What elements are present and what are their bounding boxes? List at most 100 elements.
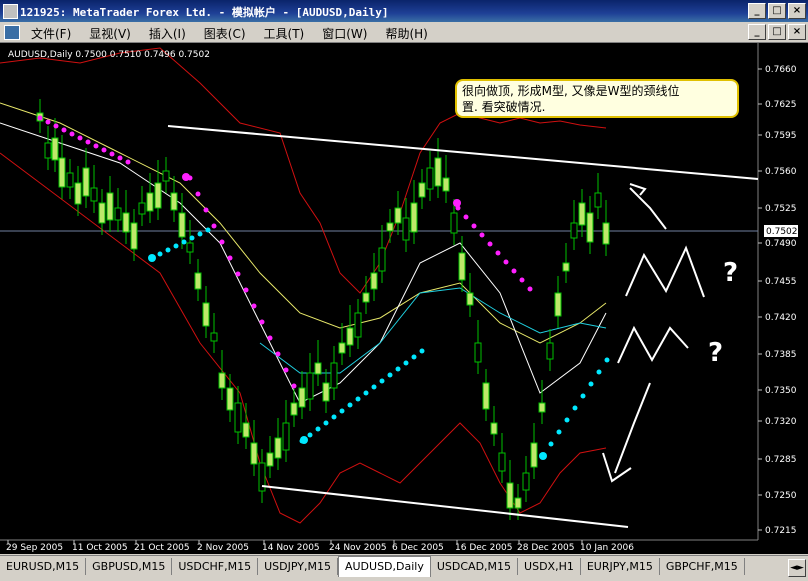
candle-body <box>58 157 66 188</box>
tab-gbpchf[interactable]: GBPCHF,M15 <box>660 558 745 575</box>
sar-dot <box>463 214 469 220</box>
date-tick-label: 10 Jan 2006 <box>580 543 634 553</box>
candle-body <box>450 212 458 234</box>
menu-help[interactable]: 帮助(H) <box>376 24 436 43</box>
candle-body <box>514 497 522 509</box>
candle-body <box>466 292 474 306</box>
candle-body <box>298 387 306 408</box>
candle-body <box>402 217 410 241</box>
menu-insert[interactable]: 插入(I) <box>140 24 195 43</box>
sar-dot <box>283 367 289 373</box>
chart-window-icon[interactable] <box>4 25 20 40</box>
resistance-trendline <box>167 125 759 180</box>
sar-dot <box>596 369 602 375</box>
sar-dot <box>101 147 107 153</box>
candle-body <box>274 437 282 459</box>
price-tick-label: 0.7420 <box>765 313 797 323</box>
candle-body <box>562 262 570 272</box>
price-tick-label: 0.7525 <box>765 204 797 214</box>
tab-gbpusd[interactable]: GBPUSD,M15 <box>86 558 173 575</box>
chart-restore-button[interactable]: □ <box>768 24 786 40</box>
sar-dot <box>125 159 131 165</box>
menu-charts[interactable]: 图表(C) <box>195 24 255 43</box>
sar-dot <box>548 441 554 447</box>
tab-audusd[interactable]: AUDUSD,Daily <box>337 556 431 577</box>
candle-body <box>586 212 594 243</box>
question-mark-2: ? <box>708 338 723 368</box>
ma-cyan <box>259 287 607 374</box>
price-tick-label: 0.7350 <box>765 386 797 396</box>
sar-dot <box>395 366 401 372</box>
sar-dot <box>572 405 578 411</box>
app-icon <box>3 4 18 19</box>
tab-eurusd[interactable]: EURUSD,M15 <box>0 558 87 575</box>
sar-dot <box>347 402 353 408</box>
candle-body <box>434 157 442 187</box>
sar-dot <box>211 223 217 229</box>
menu-tools[interactable]: 工具(T) <box>255 24 314 43</box>
date-axis: 29 Sep 2005 11 Oct 2005 21 Oct 2005 2 Nov 2… <box>6 540 634 553</box>
candle-body <box>546 342 554 360</box>
sar-dot <box>331 414 337 420</box>
candle-body <box>154 182 162 209</box>
candle-body <box>570 222 578 239</box>
price-chart[interactable]: AUDUSD,Daily 0.7500 0.7510 0.7496 0.7502… <box>0 43 808 554</box>
date-tick-label: 28 Dec 2005 <box>517 543 575 553</box>
sar-dot <box>227 255 233 261</box>
sar-dot <box>580 393 586 399</box>
price-tick-label: 0.7455 <box>765 277 797 287</box>
close-button[interactable]: × <box>788 3 806 19</box>
candle-body <box>266 452 274 467</box>
candle-body <box>522 472 530 491</box>
candle-body <box>442 177 450 192</box>
date-tick-label: 21 Oct 2005 <box>134 543 190 553</box>
candle-body <box>202 302 210 327</box>
minimize-button[interactable]: _ <box>748 3 766 19</box>
sar-dot <box>564 417 570 423</box>
tab-usdcad[interactable]: USDCAD,M15 <box>431 558 519 575</box>
date-tick-label: 14 Nov 2005 <box>262 543 320 553</box>
sar-dot <box>219 239 225 245</box>
candle-body <box>194 272 202 290</box>
date-tick-label: 29 Sep 2005 <box>6 543 63 553</box>
candle-body <box>490 422 498 435</box>
sar-dot <box>307 432 313 438</box>
tab-usdx[interactable]: USDX,H1 <box>518 558 581 575</box>
m-pattern-sketch <box>625 245 705 298</box>
tab-usdchf[interactable]: USDCHF,M15 <box>172 558 259 575</box>
candle-body <box>218 372 226 389</box>
candle-body <box>362 292 370 303</box>
up-arrow-sketch <box>629 187 667 230</box>
menu-window[interactable]: 窗口(W) <box>313 24 376 43</box>
sar-dot <box>487 241 493 247</box>
sar-dot <box>117 155 123 161</box>
price-tick-label: 0.7490 <box>765 239 797 249</box>
sar-dot <box>157 251 163 257</box>
bollinger-lower <box>0 152 607 524</box>
chart-close-button[interactable]: × <box>788 24 806 40</box>
menu-bar: 文件(F) 显视(V) 插入(I) 图表(C) 工具(T) 窗口(W) 帮助(H… <box>0 22 808 43</box>
tab-scroll-arrows[interactable]: ◄► <box>788 559 806 577</box>
candle-body <box>354 312 362 338</box>
sar-dot <box>527 286 533 292</box>
menu-view[interactable]: 显视(V) <box>80 24 140 43</box>
chart-tabs: EURUSD,M15 GBPUSD,M15 USDCHF,M15 USDJPY,… <box>0 555 808 581</box>
candle-body <box>554 292 562 317</box>
menu-file[interactable]: 文件(F) <box>22 24 80 43</box>
candle-body <box>530 442 538 468</box>
price-tick-label: 0.7625 <box>765 100 797 110</box>
candle-body <box>162 170 170 182</box>
chart-canvas[interactable]: AUDUSD,Daily 0.7500 0.7510 0.7496 0.7502… <box>0 43 808 554</box>
candle-body <box>410 202 418 233</box>
tab-eurjpy[interactable]: EURJPY,M15 <box>581 558 660 575</box>
candle-body <box>234 402 242 433</box>
sar-dot <box>203 207 209 213</box>
maximize-button[interactable]: □ <box>768 3 786 19</box>
sar-dot <box>379 378 385 384</box>
candle-body <box>290 402 298 416</box>
chart-minimize-button[interactable]: _ <box>748 24 766 40</box>
candle-body <box>306 372 314 400</box>
ma-white <box>0 122 607 404</box>
price-tick-label: 0.7215 <box>765 526 797 536</box>
tab-usdjpy[interactable]: USDJPY,M15 <box>258 558 338 575</box>
